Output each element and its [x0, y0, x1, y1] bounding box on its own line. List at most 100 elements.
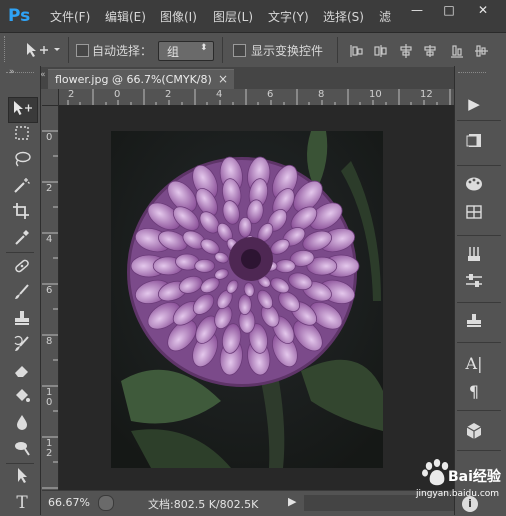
menu-bar: Ps 文件(F) 编辑(E) 图像(I) 图层(L) 文字(Y) 选择(S) 滤…: [0, 0, 506, 32]
history-panel-icon[interactable]: [461, 132, 487, 154]
paragraph-panel-icon[interactable]: ¶: [461, 381, 487, 403]
character-panel-icon[interactable]: A|: [461, 353, 487, 375]
clone-stamp-tool-icon[interactable]: [10, 309, 34, 331]
swatches-panel-icon[interactable]: [461, 203, 487, 225]
close-button[interactable]: ✕: [468, 0, 498, 20]
divider: [457, 235, 501, 236]
3d-panel-icon[interactable]: [461, 422, 487, 444]
divider: [337, 37, 338, 63]
magic-wand-tool-icon[interactable]: [10, 176, 34, 198]
status-menu-arrow-icon[interactable]: ▶: [288, 495, 296, 508]
crop-tool-icon[interactable]: [10, 202, 34, 224]
document-tab[interactable]: flower.jpg @ 66.7%(CMYK/8) ×: [48, 69, 234, 90]
auto-select-checkbox[interactable]: [76, 44, 89, 57]
history-brush-tool-icon[interactable]: [10, 335, 34, 357]
menu-edit[interactable]: 编辑(E): [105, 8, 146, 26]
brush-panel-icon[interactable]: [461, 245, 487, 267]
divider: [222, 37, 223, 63]
flower-image: [111, 131, 383, 468]
divider: [6, 252, 34, 253]
brush-tool-icon[interactable]: [10, 283, 34, 305]
menu-select[interactable]: 选择(S): [323, 8, 364, 26]
watermark-brand: Bai经验: [448, 469, 501, 485]
ruler-label: 6: [46, 285, 53, 296]
move-tool-icon[interactable]: [10, 99, 34, 121]
toolbar-expand-icon[interactable]: »: [9, 67, 15, 77]
dropdown-arrows-icon: ⬍: [200, 43, 208, 53]
paint-bucket-tool-icon[interactable]: [10, 387, 34, 409]
auto-select-label: 自动选择：: [92, 44, 153, 58]
menu-image[interactable]: 图像(I): [160, 8, 197, 26]
clone-source-panel-icon[interactable]: [461, 312, 487, 334]
options-bar: 自动选择： 组 ⬍ 显示变换控件: [0, 32, 506, 68]
show-transform-label: 显示变换控件: [251, 44, 324, 58]
healing-brush-tool-icon[interactable]: [10, 257, 34, 279]
window-controls: — □ ✕: [398, 0, 506, 20]
tab-close-icon[interactable]: ×: [218, 72, 228, 86]
ruler-label: 4: [46, 234, 53, 245]
ruler-label: 8: [318, 89, 325, 100]
document-tab-title: flower.jpg @ 66.7%(CMYK/8): [55, 73, 212, 86]
restore-button[interactable]: □: [434, 0, 464, 20]
ruler-label: 4: [216, 89, 223, 100]
auto-select-value: 组: [167, 45, 180, 59]
divider: [6, 463, 34, 464]
path-selection-tool-icon[interactable]: [10, 466, 34, 488]
marquee-tool-icon[interactable]: [10, 124, 34, 146]
blur-tool-icon[interactable]: [10, 413, 34, 435]
divider: [457, 165, 501, 166]
divider: [457, 410, 501, 411]
auto-select-dropdown[interactable]: 组 ⬍: [158, 41, 214, 61]
flower-petal: [274, 259, 296, 274]
adjustments-panel-icon[interactable]: [461, 272, 487, 294]
vertical-ruler-ticks: [42, 130, 58, 489]
ruler-label: 6: [267, 89, 274, 100]
move-tool-preset-icon[interactable]: [24, 40, 68, 60]
flower-petal: [238, 217, 253, 238]
eyedropper-tool-icon[interactable]: [10, 228, 34, 250]
menu-layer[interactable]: 图层(L): [213, 8, 253, 26]
flower-petal: [194, 258, 216, 273]
vertical-ruler: 0 2 4 6 8 1 0 1 2: [42, 105, 59, 490]
divider: [457, 342, 501, 343]
ruler-label: 1 2: [46, 438, 53, 459]
ruler-label: 8: [46, 336, 53, 347]
lasso-tool-icon[interactable]: [10, 150, 34, 172]
dock-grip[interactable]: [458, 72, 486, 77]
horizontal-ruler: 2 0 2 4 6 8 10 12: [42, 89, 454, 106]
grip-handle[interactable]: [4, 36, 7, 62]
ruler-label: 2: [46, 183, 53, 194]
menu-type[interactable]: 文字(Y): [268, 8, 309, 26]
type-tool-icon[interactable]: T: [10, 492, 34, 514]
play-action-icon[interactable]: ▶: [461, 93, 487, 115]
flower-photo: [111, 131, 383, 468]
ruler-label: 1 0: [46, 387, 53, 408]
show-transform-checkbox[interactable]: [233, 44, 246, 57]
menu-file[interactable]: 文件(F): [50, 8, 90, 26]
status-info-icon[interactable]: [98, 495, 114, 511]
ruler-label: 10: [369, 89, 382, 100]
ruler-label: 2: [68, 89, 75, 100]
minimize-button[interactable]: —: [402, 0, 432, 20]
zoom-level[interactable]: 66.67%: [48, 496, 90, 509]
info-icon[interactable]: i: [462, 496, 478, 512]
ruler-label: 0: [114, 89, 121, 100]
dodge-tool-icon[interactable]: [10, 439, 34, 461]
divider: [68, 37, 69, 63]
divider: [457, 120, 501, 121]
align-icons-group: [350, 44, 488, 58]
color-panel-icon[interactable]: [461, 175, 487, 197]
eraser-tool-icon[interactable]: [10, 361, 34, 383]
divider: [457, 302, 501, 303]
baidu-watermark: Bai经验 jingyan.baidu.com i: [412, 458, 506, 515]
divider: [457, 450, 501, 451]
watermark-url: jingyan.baidu.com: [416, 489, 500, 499]
horizontal-ruler-ticks: [42, 89, 451, 105]
status-bar: 66.67% 文档:802.5 K/802.5K ▶: [42, 490, 454, 516]
ruler-origin[interactable]: [42, 89, 59, 106]
ruler-label: 0: [46, 132, 53, 143]
menu-filter[interactable]: 滤: [379, 8, 391, 26]
document-size: 文档:802.5 K/802.5K: [148, 498, 259, 511]
photoshop-logo: Ps: [8, 6, 31, 26]
ruler-label: 2: [165, 89, 172, 100]
